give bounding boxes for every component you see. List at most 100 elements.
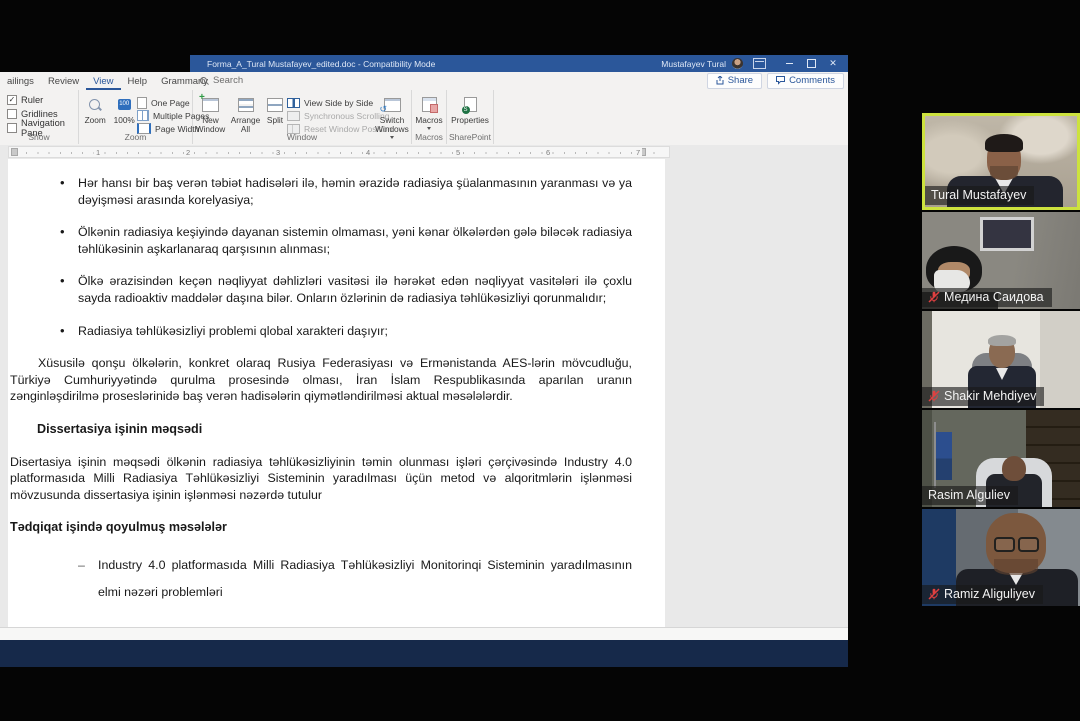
minimize-icon — [786, 63, 793, 64]
flag — [936, 432, 952, 480]
macros-button-label: Macros — [415, 116, 442, 125]
minimize-button[interactable] — [778, 55, 800, 72]
video-tile-ramiz[interactable]: Ramiz Aliguliyev — [922, 509, 1080, 606]
participant-figure — [1002, 456, 1026, 481]
doc-bullet-1: Hər hansı bir baş verən təbiət hadisələr… — [10, 175, 632, 208]
ruler-number: 3 — [274, 148, 282, 157]
ruler-ticks — [15, 152, 663, 154]
switch-windows-icon — [384, 98, 401, 112]
titlebar-right: Mustafayev Tural ✕ — [661, 55, 844, 72]
synchronous-scrolling-icon — [287, 111, 300, 121]
doc-bullet-4: Radiasiya təhlükəsizliyi problemi qlobal… — [10, 323, 632, 340]
ruler-label: Ruler — [21, 95, 43, 105]
tab-view[interactable]: View — [86, 74, 120, 90]
participant-name: Rasim Alguliev — [928, 488, 1010, 502]
video-tile-medina[interactable]: Медина Саидова — [922, 212, 1080, 309]
share-icon — [716, 76, 724, 85]
participant-name: Ramiz Aliguliyev — [944, 587, 1035, 601]
view-side-by-side-icon — [287, 98, 300, 108]
participant-figure — [989, 337, 1015, 368]
participant-name-tag: Медина Саидова — [922, 288, 1052, 307]
tab-mailings[interactable]: ailings — [0, 74, 41, 90]
view-side-by-side-button[interactable]: View Side by Side — [287, 96, 373, 109]
multiple-pages-button[interactable]: Multiple Pages — [137, 109, 192, 122]
checkbox-icon: ✓ — [7, 95, 17, 105]
participants-panel: Tural Mustafayev Медина Саидова Shakir M… — [922, 113, 1080, 606]
video-tile-rasim[interactable]: Rasim Alguliev — [922, 410, 1080, 507]
meeting-screen: Forma_A_Tural Mustafayev_edited.doc - Co… — [0, 0, 1080, 721]
video-tile-tural[interactable]: Tural Mustafayev — [922, 113, 1080, 210]
close-button[interactable]: ✕ — [822, 55, 844, 72]
ribbon-tabs: ailings Review View Help Grammarly Searc… — [0, 72, 848, 90]
horizontal-ruler[interactable]: 1 2 3 4 5 6 7 — [8, 146, 670, 158]
zoom-100-icon: 100 — [118, 99, 131, 110]
ruler-number: 5 — [454, 148, 462, 157]
doc-heading-2: Tədqiqat işində qoyulmuş məsələlər — [10, 519, 632, 536]
document-title: Forma_A_Tural Mustafayev_edited.doc - Co… — [207, 59, 435, 69]
participant-name: Tural Mustafayev — [931, 188, 1026, 202]
multiple-pages-icon — [137, 110, 149, 121]
taskbar[interactable] — [0, 640, 848, 667]
ribbon-display-options-icon[interactable] — [753, 58, 766, 69]
arrange-all-icon — [238, 98, 254, 112]
word-titlebar: Forma_A_Tural Mustafayev_edited.doc - Co… — [190, 55, 848, 72]
tab-help[interactable]: Help — [121, 74, 155, 90]
tab-review[interactable]: Review — [41, 74, 86, 90]
group-window: New Window Arrange All Split View Side b… — [193, 90, 412, 144]
zoom-icon — [88, 98, 102, 112]
doc-dash-item: Industry 4.0 platformasıda Milli Radiasi… — [10, 552, 632, 606]
group-show: ✓ Ruler Gridlines Navigation Pane Show — [0, 90, 79, 144]
restore-button[interactable] — [800, 55, 822, 72]
group-label-show: Show — [0, 132, 78, 142]
search-input[interactable]: Search — [200, 75, 243, 86]
new-window-icon — [202, 98, 219, 112]
group-label-zoom: Zoom — [79, 132, 192, 142]
split-icon — [267, 98, 283, 112]
ruler-bar: 1 2 3 4 5 6 7 — [0, 145, 848, 159]
zoom-button-label: Zoom — [85, 116, 106, 125]
group-label-macros: Macros — [412, 132, 446, 142]
split-label: Split — [267, 116, 283, 125]
ruler-number: 1 — [94, 148, 102, 157]
chevron-down-icon — [427, 127, 431, 130]
share-label: Share — [728, 75, 753, 86]
participant-name-tag: Shakir Mehdiyev — [922, 387, 1044, 406]
mic-muted-icon — [928, 390, 940, 402]
one-page-icon — [137, 97, 147, 109]
mic-muted-icon — [928, 588, 940, 600]
participant-name-tag: Ramiz Aliguliyev — [922, 585, 1043, 604]
video-tile-shakir[interactable]: Shakir Mehdiyev — [922, 311, 1080, 408]
ruler-number: 7 — [634, 148, 642, 157]
participant-name-tag: Tural Mustafayev — [925, 186, 1034, 205]
account-name[interactable]: Mustafayev Tural — [661, 59, 726, 69]
account-avatar[interactable] — [732, 58, 743, 69]
picture-frame — [980, 217, 1034, 251]
ruler-checkbox[interactable]: ✓ Ruler — [0, 93, 78, 107]
participant-name: Shakir Mehdiyev — [944, 389, 1036, 403]
doc-heading-1: Dissertasiya işinin məqsədi — [37, 421, 632, 438]
search-label: Search — [213, 75, 243, 86]
group-label-window: Window — [193, 132, 411, 142]
mic-muted-icon — [928, 291, 940, 303]
document-page[interactable]: Hər hansı bir baş verən təbiət hadisələr… — [8, 159, 665, 627]
properties-icon — [464, 97, 477, 112]
share-button[interactable]: Share — [707, 73, 762, 89]
document-bottom-strip — [0, 627, 848, 640]
comments-icon — [776, 76, 785, 85]
doc-paragraph-1: Xüsusilə qonşu ölkələrin, konkret olaraq… — [10, 355, 632, 405]
view-side-by-side-label: View Side by Side — [304, 98, 373, 108]
ribbon-right-actions: Share Comments — [707, 73, 844, 89]
ruler-number: 4 — [364, 148, 372, 157]
comments-button[interactable]: Comments — [767, 73, 844, 89]
indent-marker-left[interactable] — [11, 148, 18, 156]
participant-name: Медина Саидова — [944, 290, 1044, 304]
group-macros: Macros Macros — [412, 90, 447, 144]
document-area: Hər hansı bir baş verən təbiət hadisələr… — [0, 159, 848, 627]
checkbox-icon — [7, 109, 17, 119]
synchronous-scrolling-button: Synchronous Scrolling — [287, 109, 373, 122]
ribbon-controls: ✓ Ruler Gridlines Navigation Pane Show Z… — [0, 90, 848, 144]
one-page-button[interactable]: One Page — [137, 96, 192, 109]
macros-icon — [422, 97, 437, 112]
doc-bullet-3: Ölkə ərazisindən keçən nəqliyyat dəhlizl… — [10, 273, 632, 306]
ribbon: ailings Review View Help Grammarly Searc… — [0, 72, 848, 146]
